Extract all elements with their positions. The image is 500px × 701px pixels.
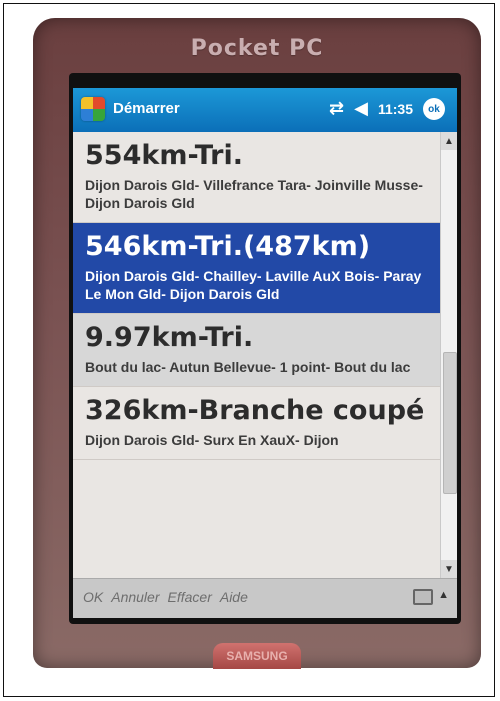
menu-ok[interactable]: OK bbox=[83, 589, 103, 605]
windows-start-icon[interactable] bbox=[81, 97, 105, 121]
scroll-up-icon[interactable]: ▲ bbox=[441, 132, 457, 150]
clock[interactable]: 11:35 bbox=[378, 101, 413, 117]
status-icons: ⇄ ◀︎ 11:35 ok bbox=[329, 98, 445, 120]
keyboard-icon[interactable] bbox=[413, 589, 433, 605]
menu-bar: OK Annuler Effacer Aide ▲ bbox=[73, 578, 457, 618]
list-item[interactable]: 9.97km-Tri. Bout du lac- Autun Bellevue-… bbox=[73, 314, 441, 387]
list-item[interactable]: 326km-Branche coupé Dijon Darois Gld- Su… bbox=[73, 387, 441, 460]
scroll-thumb[interactable] bbox=[443, 352, 457, 494]
route-list: 554km-Tri. Dijon Darois Gld- Villefrance… bbox=[73, 132, 441, 578]
title-bar: Démarrer ⇄ ◀︎ 11:35 ok bbox=[73, 88, 457, 132]
display-area: Démarrer ⇄ ◀︎ 11:35 ok 554km-Tri. Dijon … bbox=[73, 88, 457, 618]
item-route: Dijon Darois Gld- Villefrance Tara- Join… bbox=[85, 177, 423, 211]
image-frame: Pocket PC Démarrer ⇄ ◀︎ 11:35 ok 554km-T… bbox=[3, 3, 495, 697]
hardware-button[interactable]: SAMSUNG bbox=[213, 643, 301, 669]
item-route: Bout du lac- Autun Bellevue- 1 point- Bo… bbox=[85, 359, 411, 375]
ok-icon[interactable]: ok bbox=[423, 98, 445, 120]
list-item-selected[interactable]: 546km-Tri.(487km) Dijon Darois Gld- Chai… bbox=[73, 223, 441, 314]
scroll-down-icon[interactable]: ▼ bbox=[441, 560, 457, 578]
list-item[interactable]: 554km-Tri. Dijon Darois Gld- Villefrance… bbox=[73, 132, 441, 223]
item-title: 546km-Tri.(487km) bbox=[85, 231, 371, 262]
start-menu-label[interactable]: Démarrer bbox=[113, 100, 180, 117]
item-title: 554km-Tri. bbox=[85, 140, 243, 171]
item-route: Dijon Darois Gld- Surx En XauX- Dijon bbox=[85, 432, 339, 448]
item-title: 326km-Branche coupé bbox=[85, 395, 425, 426]
menu-items: OK Annuler Effacer Aide bbox=[83, 589, 248, 605]
pocket-pc-device: Pocket PC Démarrer ⇄ ◀︎ 11:35 ok 554km-T… bbox=[33, 18, 481, 669]
item-route: Dijon Darois Gld- Chailley- Laville AuX … bbox=[85, 268, 422, 302]
input-caret-icon[interactable]: ▲ bbox=[438, 589, 449, 601]
menu-annuler[interactable]: Annuler bbox=[111, 589, 159, 605]
connectivity-icon[interactable]: ⇄ bbox=[329, 100, 344, 118]
device-screen: Démarrer ⇄ ◀︎ 11:35 ok 554km-Tri. Dijon … bbox=[69, 73, 461, 624]
device-brand: Pocket PC bbox=[190, 36, 324, 61]
vertical-scrollbar[interactable]: ▲ ▼ bbox=[440, 132, 457, 578]
menu-aide[interactable]: Aide bbox=[220, 589, 248, 605]
volume-icon[interactable]: ◀︎ bbox=[354, 100, 368, 118]
menu-effacer[interactable]: Effacer bbox=[168, 589, 212, 605]
item-title: 9.97km-Tri. bbox=[85, 322, 254, 353]
